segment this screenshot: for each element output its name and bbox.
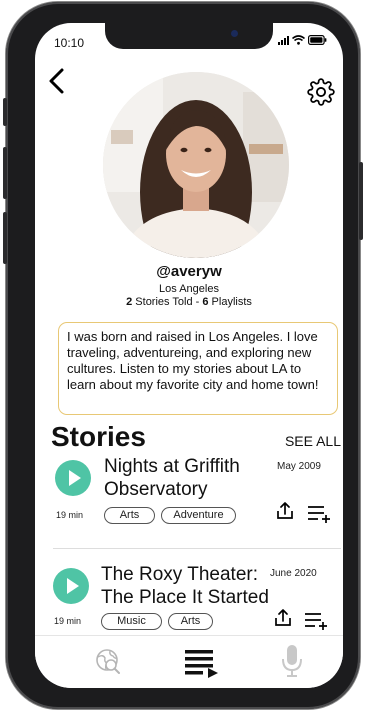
profile-username: @averyw (156, 263, 222, 280)
tag-adventure[interactable]: Adventure (161, 507, 236, 524)
play-button[interactable] (55, 460, 91, 496)
story-title-line: The Roxy Theater: (101, 564, 259, 585)
stories-heading: Stories (51, 421, 146, 452)
globe-search-icon (96, 649, 120, 674)
share-button[interactable] (273, 608, 293, 633)
tag-music[interactable]: Music (101, 613, 162, 630)
tag-arts[interactable]: Arts (104, 507, 155, 524)
profile-avatar (103, 72, 289, 258)
story-title-line: Nights at Griffith (104, 456, 240, 477)
stories-label: Stories Told (135, 296, 193, 308)
notch (105, 23, 273, 49)
bottom-tab-bar (35, 635, 343, 688)
share-button[interactable] (275, 501, 295, 526)
add-to-queue-icon (308, 506, 330, 523)
microphone-icon (282, 645, 302, 677)
tab-playlists[interactable] (184, 648, 220, 683)
mute-switch (3, 98, 7, 126)
signal-icon (278, 36, 289, 45)
playlists-count: 6 (202, 296, 209, 308)
tab-explore[interactable] (93, 646, 123, 681)
profile-location: Los Angeles (159, 283, 219, 295)
share-icon (277, 502, 293, 519)
add-to-queue-button[interactable] (307, 503, 333, 528)
status-icons (278, 35, 327, 45)
chevron-left-icon (49, 68, 64, 94)
profile-bio: I was born and raised in Los Angeles. I … (58, 322, 338, 415)
see-all-link[interactable]: SEE ALL (285, 433, 341, 449)
story-title[interactable]: The Roxy Theater: The Place It Started (101, 563, 269, 609)
playlists-label: Playlists (211, 296, 252, 308)
tab-record[interactable] (281, 644, 303, 683)
volume-up-button (3, 147, 7, 199)
wifi-icon (292, 35, 305, 45)
story-title-line: Observatory (104, 479, 208, 500)
profile-counts: 2 Stories Told - 6 Playlists (35, 296, 343, 308)
playlist-icon (185, 650, 218, 678)
tag-arts[interactable]: Arts (168, 613, 213, 630)
stories-count: 2 (126, 296, 133, 308)
settings-button[interactable] (307, 78, 335, 106)
power-button (359, 162, 363, 240)
story-title[interactable]: Nights at Griffith Observatory (104, 455, 240, 501)
counts-separator: - (192, 296, 203, 308)
back-button[interactable] (45, 67, 69, 95)
story-date: June 2020 (270, 568, 317, 579)
share-icon (275, 609, 291, 626)
add-to-queue-icon (305, 613, 327, 630)
profile-photo (103, 72, 289, 258)
front-camera (231, 30, 238, 37)
screen: 10:10 @averyw Los Angeles 2 Stories Told… (35, 23, 343, 688)
story-date: May 2009 (277, 461, 321, 472)
gear-icon (307, 78, 335, 106)
phone-frame: 10:10 @averyw Los Angeles 2 Stories Told… (3, 2, 363, 709)
story-divider (53, 548, 341, 549)
volume-down-button (3, 212, 7, 264)
story-duration: 19 min (54, 616, 82, 626)
status-time: 10:10 (54, 36, 85, 50)
add-to-queue-button[interactable] (304, 610, 330, 635)
story-duration: 19 min (56, 510, 84, 520)
play-button[interactable] (53, 568, 89, 604)
story-title-line: The Place It Started (101, 587, 269, 608)
battery-icon (308, 35, 327, 45)
